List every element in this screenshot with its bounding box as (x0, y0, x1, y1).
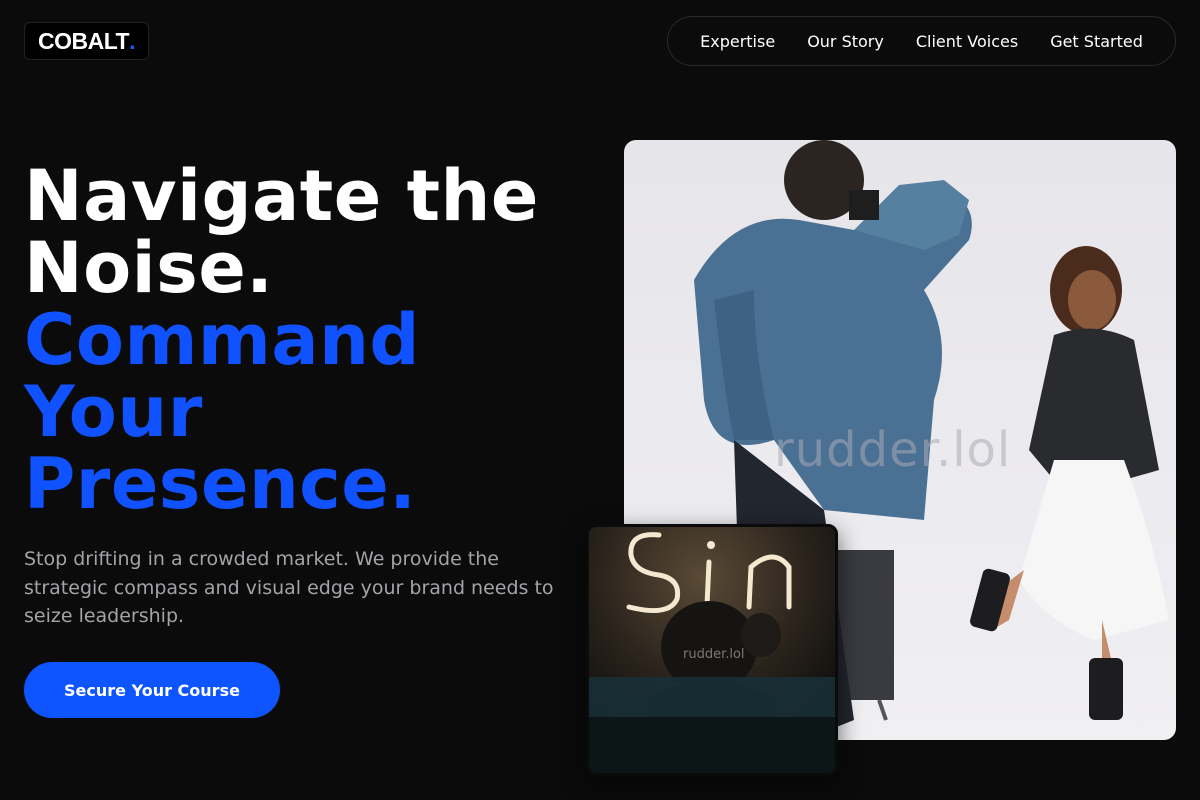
main-image-watermark: rudder.lol (774, 422, 1012, 478)
main-nav: Expertise Our Story Client Voices Get St… (667, 16, 1176, 66)
brand-dot: . (129, 27, 136, 54)
nav-item-get-started[interactable]: Get Started (1050, 32, 1143, 51)
hero-subtext: Stop drifting in a crowded market. We pr… (24, 548, 554, 627)
nav-item-client-voices[interactable]: Client Voices (916, 32, 1018, 51)
headline-line-2: Noise. (24, 227, 274, 309)
hero-headline: Navigate the Noise. Command Your Presenc… (24, 160, 604, 520)
brand-logo[interactable]: COBALT. (24, 22, 150, 60)
hero-photo-inset: rudder.lol (586, 524, 838, 776)
nav-item-our-story[interactable]: Our Story (807, 32, 884, 51)
headline-line-4: Your (24, 371, 203, 453)
nav-item-expertise[interactable]: Expertise (700, 32, 775, 51)
headline-line-1: Navigate the (24, 155, 539, 237)
secure-your-course-button[interactable]: Secure Your Course (24, 662, 280, 718)
inset-image-watermark: rudder.lol (683, 647, 745, 662)
headline-line-5: Presence. (24, 443, 417, 525)
headline-line-3: Command (24, 299, 421, 381)
brand-name: COBALT (38, 27, 130, 54)
